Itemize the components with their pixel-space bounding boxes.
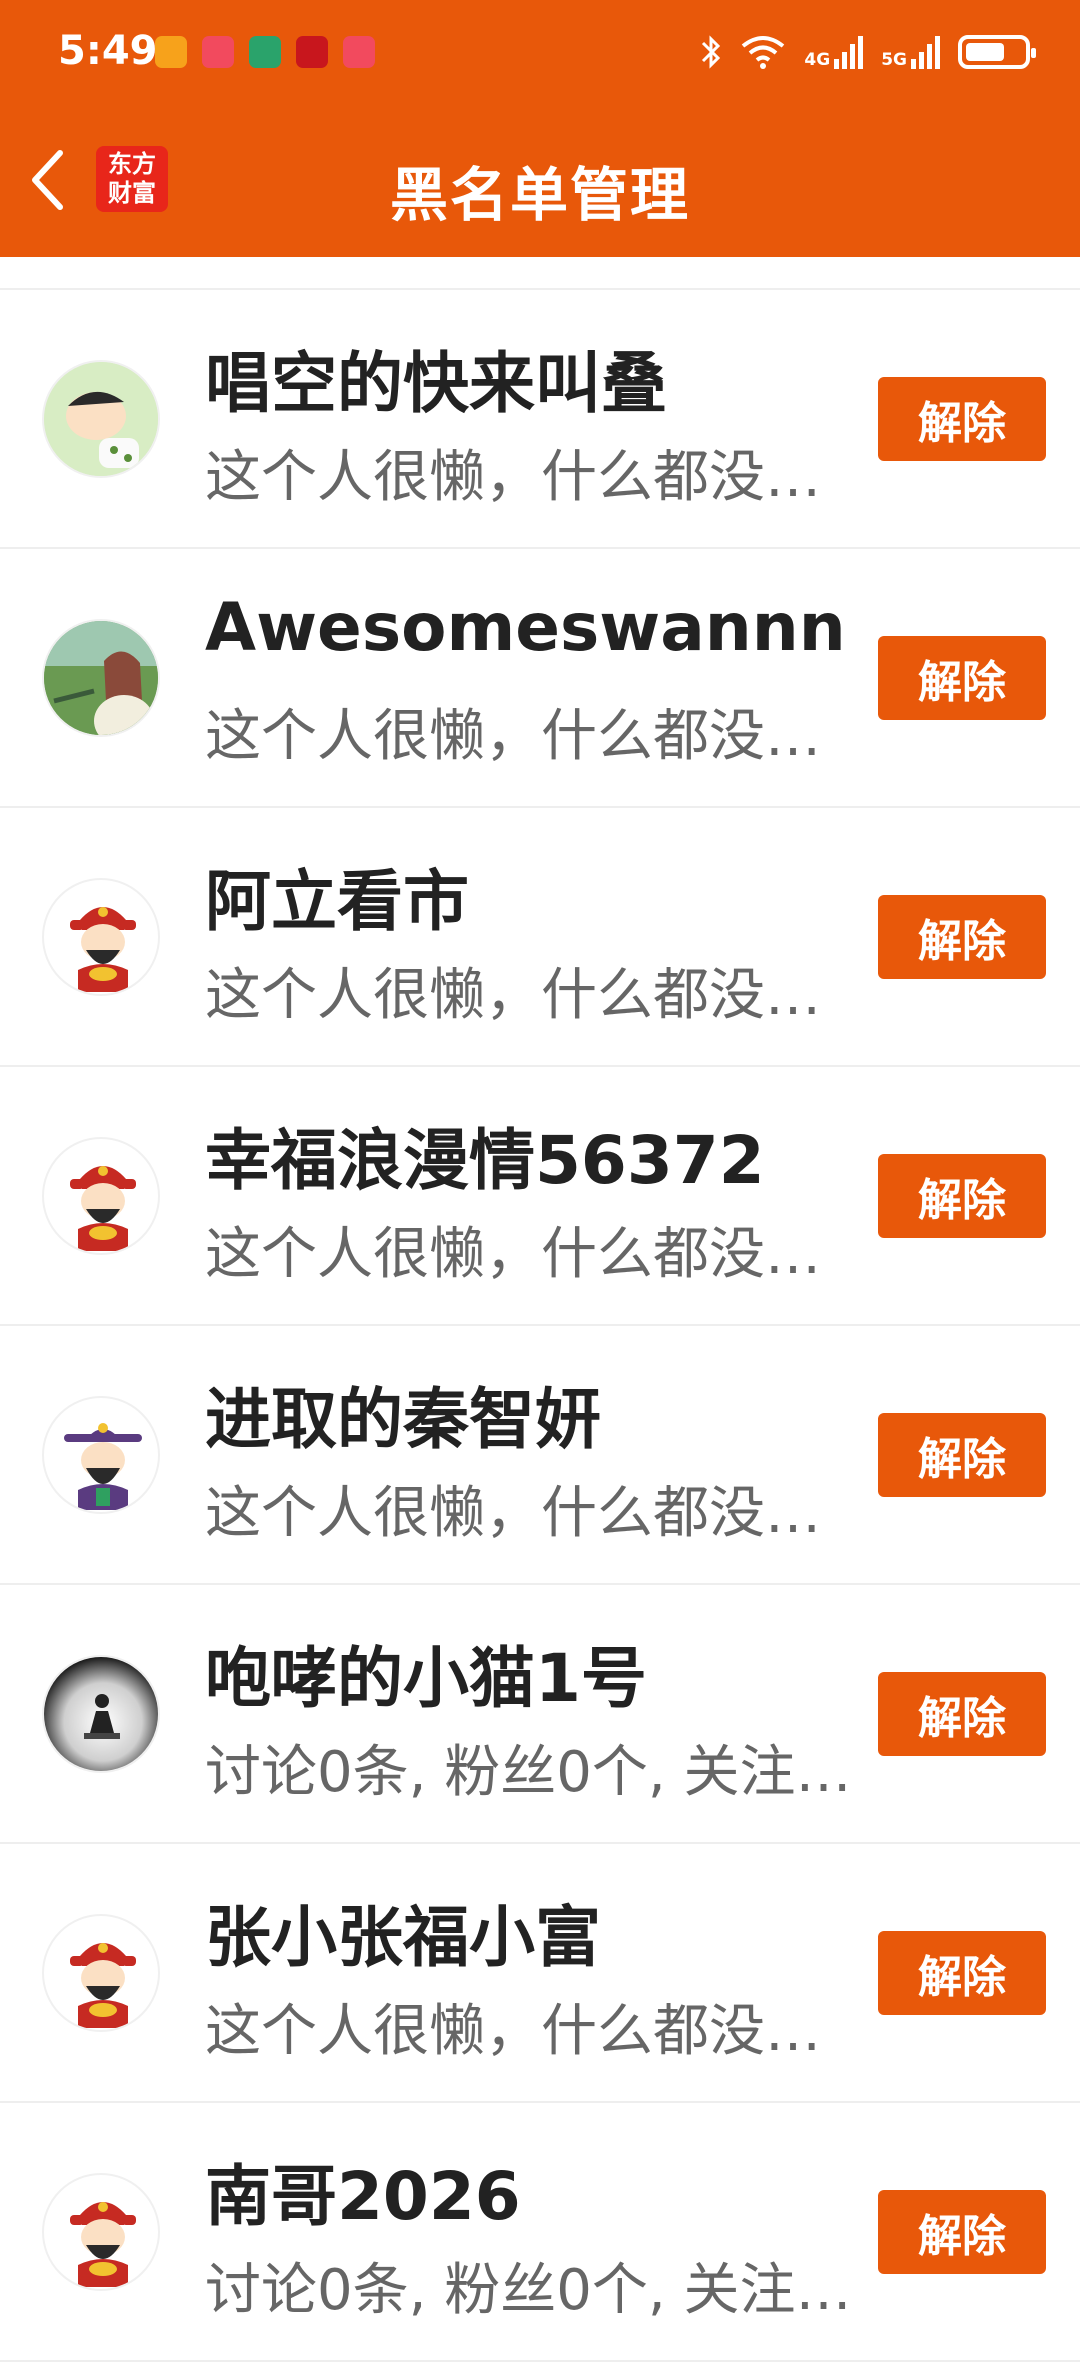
battery-icon xyxy=(958,35,1036,69)
cartoon-avatar[interactable] xyxy=(42,360,160,478)
user-name: 阿立看市 xyxy=(205,863,469,940)
user-name: 唱空的快来叫叠 xyxy=(205,345,667,422)
signal-bars-icon xyxy=(834,36,864,69)
list-item: Awesomeswannn 这个人很懒，什么都没有留下 解除 xyxy=(0,549,1080,808)
blacklist: 唱空的快来叫叠 这个人很懒，什么都没有留下 解除 Awesomeswannn 这… xyxy=(0,257,1080,2362)
bank2-app-icon xyxy=(296,36,328,68)
status-icons: 4G 5G xyxy=(700,28,1036,76)
user-desc: 这个人很懒，什么都没有留下 xyxy=(205,445,860,510)
list-item: 张小张福小富 这个人很懒，什么都没有留下 解除 xyxy=(0,1844,1080,2103)
user-desc: 这个人很懒，什么都没有留下 xyxy=(205,963,860,1028)
fortune-god-avatar[interactable] xyxy=(42,1137,160,1255)
list-item: 咆哮的小猫1号 讨论0条, 粉丝0个, 关注0个 解除 xyxy=(0,1585,1080,1844)
app-header: 5:49 4G 5G 东方 财富 黑名单管理 xyxy=(0,0,1080,257)
list-item: 南哥2026 讨论0条, 粉丝0个, 关注0个 解除 xyxy=(0,2103,1080,2362)
user-name: Awesomeswannn xyxy=(205,589,846,666)
wifi-icon xyxy=(742,36,785,69)
signal-bars-icon-2 xyxy=(911,36,940,69)
user-name: 幸福浪漫情56372 xyxy=(205,1122,765,1199)
unblock-button[interactable]: 解除 xyxy=(878,1413,1046,1497)
list-item: 幸福浪漫情56372 这个人很懒，什么都没有留下 解除 xyxy=(0,1067,1080,1326)
user-name: 南哥2026 xyxy=(205,2158,521,2235)
status-time: 5:49 xyxy=(58,28,158,74)
unblock-button[interactable]: 解除 xyxy=(878,1154,1046,1238)
unblock-button[interactable]: 解除 xyxy=(878,2190,1046,2274)
unblock-button[interactable]: 解除 xyxy=(878,1672,1046,1756)
dark-photo-avatar[interactable] xyxy=(42,1655,160,1773)
user-name: 咆哮的小猫1号 xyxy=(205,1640,647,1717)
user-desc: 讨论0条, 粉丝0个, 关注0个 xyxy=(205,2258,860,2323)
user-desc: 这个人很懒，什么都没有留下 xyxy=(205,704,860,769)
huawei-app-icon-2 xyxy=(343,36,375,68)
unblock-button[interactable]: 解除 xyxy=(878,377,1046,461)
signal-4g: 4G xyxy=(804,35,864,69)
unblock-button[interactable]: 解除 xyxy=(878,895,1046,979)
user-desc: 这个人很懒，什么都没有留下 xyxy=(205,1222,860,1287)
user-desc: 讨论0条, 粉丝0个, 关注0个 xyxy=(205,1740,860,1805)
unblock-button[interactable]: 解除 xyxy=(878,636,1046,720)
user-name: 张小张福小富 xyxy=(205,1899,601,1976)
fortune-god-avatar[interactable] xyxy=(42,2173,160,2291)
fortune-god-avatar[interactable] xyxy=(42,1914,160,2032)
user-desc: 这个人很懒，什么都没有留下 xyxy=(205,1481,860,1546)
bank-app-icon xyxy=(249,36,281,68)
status-bar: 5:49 4G 5G xyxy=(0,0,1080,105)
list-item: 唱空的快来叫叠 这个人很懒，什么都没有留下 解除 xyxy=(0,290,1080,549)
list-item: 进取的秦智妍 这个人很懒，什么都没有留下 解除 xyxy=(0,1326,1080,1585)
unblock-button[interactable]: 解除 xyxy=(878,1931,1046,2015)
fortune-god-avatar[interactable] xyxy=(42,878,160,996)
official-god-avatar[interactable] xyxy=(42,1396,160,1514)
user-desc: 这个人很懒，什么都没有留下 xyxy=(205,1999,860,2064)
huawei-app-icon xyxy=(202,36,234,68)
list-item: 阿立看市 这个人很懒，什么都没有留下 解除 xyxy=(0,808,1080,1067)
page-title: 黑名单管理 xyxy=(389,161,690,229)
heart-app-icon xyxy=(155,36,187,68)
bluetooth-icon xyxy=(702,35,721,69)
signal-5g: 5G xyxy=(881,35,940,69)
list-top-divider xyxy=(0,257,1080,290)
photo-avatar[interactable] xyxy=(42,619,160,737)
user-name: 进取的秦智妍 xyxy=(205,1381,601,1458)
